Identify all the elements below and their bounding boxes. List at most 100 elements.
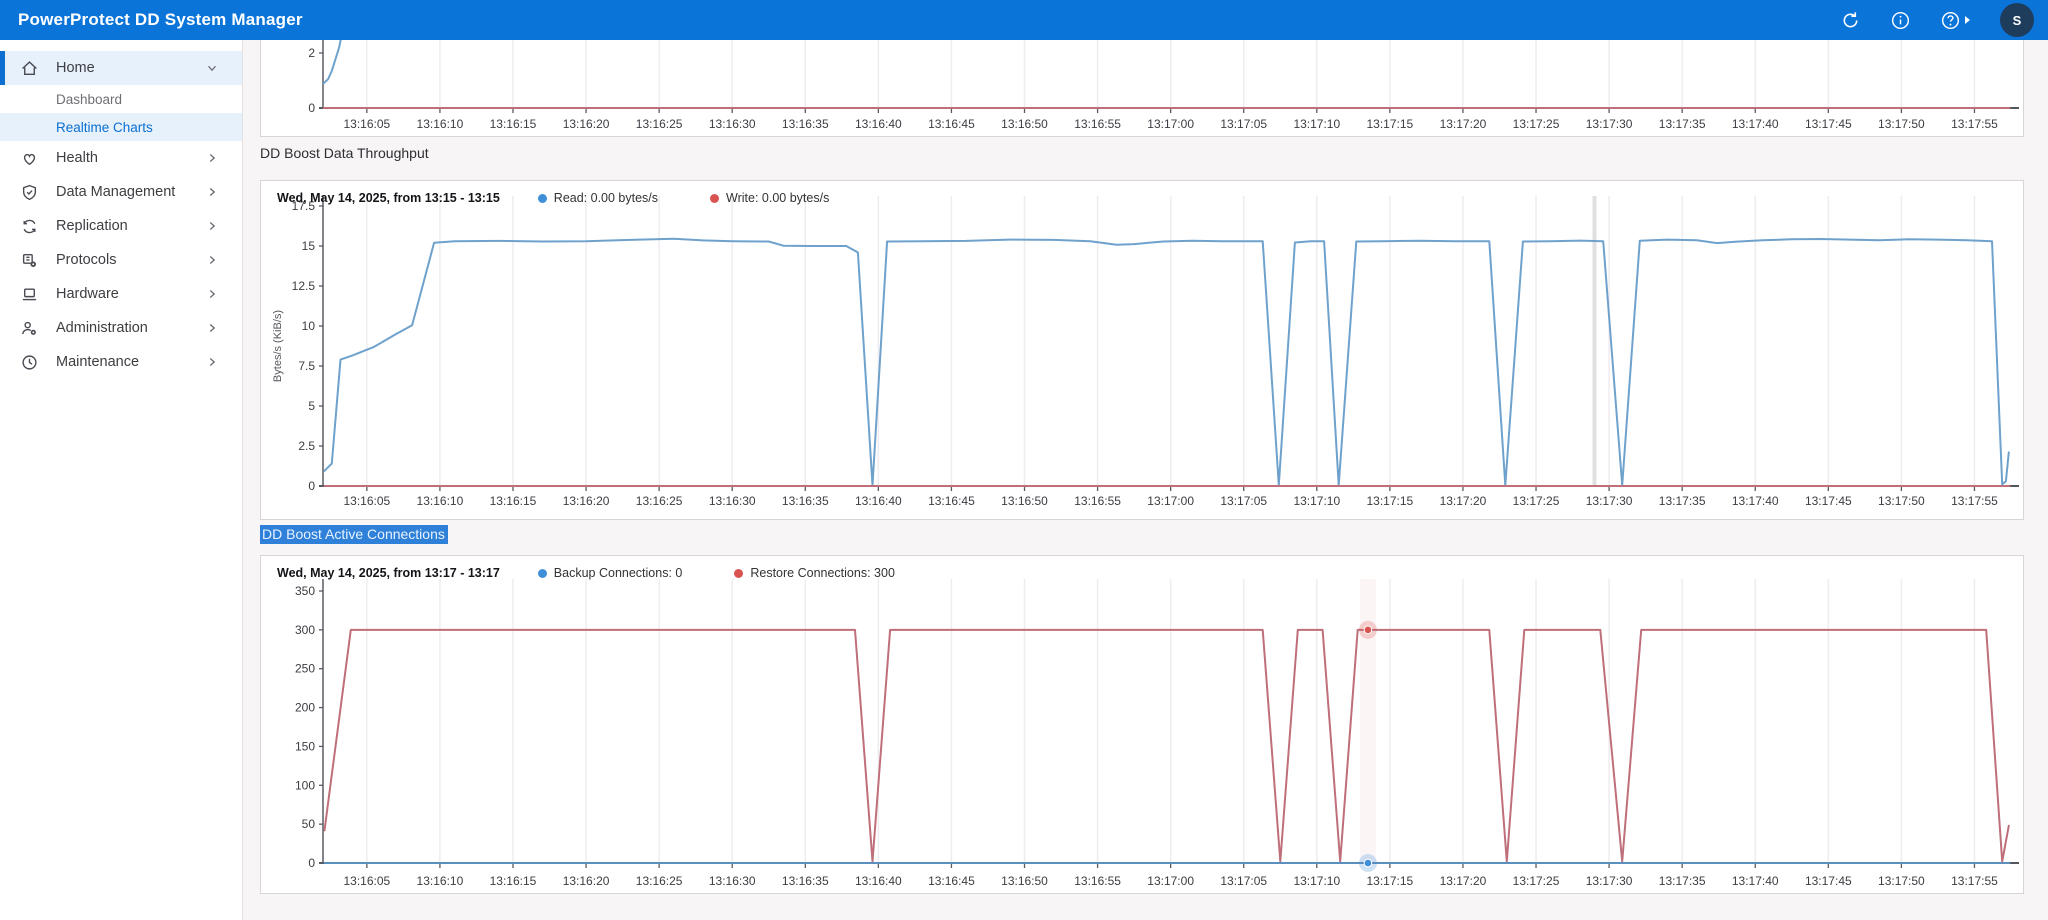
top-chart-canvas[interactable]: 13:16:0513:16:1013:16:1513:16:2013:16:25… xyxy=(261,40,2025,137)
svg-text:13:17:45: 13:17:45 xyxy=(1805,874,1852,888)
shield-icon xyxy=(21,184,38,201)
chevron-right-icon xyxy=(204,354,220,370)
svg-text:13:16:30: 13:16:30 xyxy=(709,494,756,508)
sidebar-item-label: Administration xyxy=(56,320,204,336)
connections-time-range: Wed, May 14, 2025, from 13:17 - 13:17 xyxy=(277,566,500,580)
throughput-chart-canvas[interactable]: 13:16:0513:16:1013:16:1513:16:2013:16:25… xyxy=(261,181,2025,521)
svg-text:13:16:10: 13:16:10 xyxy=(417,494,464,508)
sidebar-item-hardware[interactable]: Hardware xyxy=(0,277,242,311)
sidebar-item-label: Data Management xyxy=(56,184,204,200)
svg-text:13:17:10: 13:17:10 xyxy=(1293,494,1340,508)
legend-dot xyxy=(710,194,719,203)
svg-text:13:17:20: 13:17:20 xyxy=(1440,117,1487,131)
sidebar-item-label: Home xyxy=(56,60,204,76)
legend-item-read[interactable]: Read: 0.00 bytes/s xyxy=(538,191,658,205)
sidebar: Home Dashboard Realtime Charts Health Data M… xyxy=(0,40,243,920)
svg-text:13:17:35: 13:17:35 xyxy=(1659,874,1706,888)
svg-text:13:17:05: 13:17:05 xyxy=(1220,874,1267,888)
svg-text:0: 0 xyxy=(308,479,315,493)
svg-text:13:17:15: 13:17:15 xyxy=(1367,494,1414,508)
svg-text:13:17:05: 13:17:05 xyxy=(1220,117,1267,131)
svg-text:0: 0 xyxy=(308,856,315,870)
svg-text:13:17:55: 13:17:55 xyxy=(1951,494,1998,508)
svg-text:13:16:50: 13:16:50 xyxy=(1001,117,1048,131)
sidebar-item-dashboard[interactable]: Dashboard xyxy=(0,85,242,113)
app-header: PowerProtect DD System Manager xyxy=(0,0,2048,40)
svg-text:13:17:10: 13:17:10 xyxy=(1293,874,1340,888)
svg-text:250: 250 xyxy=(295,662,315,676)
svg-text:13:17:55: 13:17:55 xyxy=(1951,874,1998,888)
connections-chart-canvas[interactable]: 13:16:0513:16:1013:16:1513:16:2013:16:25… xyxy=(261,556,2025,895)
sidebar-item-home[interactable]: Home xyxy=(0,51,242,85)
svg-text:13:17:30: 13:17:30 xyxy=(1586,117,1633,131)
svg-text:13:17:25: 13:17:25 xyxy=(1513,117,1560,131)
svg-text:10: 10 xyxy=(302,319,316,333)
chart-panel-top: 13:16:0513:16:1013:16:1513:16:2013:16:25… xyxy=(260,40,2024,137)
legend-dot xyxy=(734,569,743,578)
sidebar-item-maintenance[interactable]: Maintenance xyxy=(0,345,242,379)
sidebar-item-protocols[interactable]: Protocols xyxy=(0,243,242,277)
chevron-right-icon xyxy=(204,286,220,302)
help-caret-icon xyxy=(1965,16,1970,24)
connections-chart-header: Wed, May 14, 2025, from 13:17 - 13:17 Ba… xyxy=(277,566,947,580)
svg-text:13:16:25: 13:16:25 xyxy=(636,117,683,131)
sidebar-item-label: Replication xyxy=(56,218,204,234)
home-icon xyxy=(21,60,38,77)
svg-text:2.5: 2.5 xyxy=(298,439,315,453)
chevron-right-icon xyxy=(204,218,220,234)
legend-item-backup-connections[interactable]: Backup Connections: 0 xyxy=(538,566,683,580)
legend-label: Read: 0.00 bytes/s xyxy=(554,191,658,205)
help-menu[interactable] xyxy=(1938,8,1970,32)
throughput-legend: Read: 0.00 bytes/s Write: 0.00 bytes/s xyxy=(538,191,882,205)
svg-text:13:16:55: 13:16:55 xyxy=(1074,494,1121,508)
svg-text:13:16:35: 13:16:35 xyxy=(782,874,829,888)
sidebar-subitem-label: Realtime Charts xyxy=(56,120,153,135)
svg-text:13:17:40: 13:17:40 xyxy=(1732,494,1779,508)
heart-icon xyxy=(21,150,38,167)
svg-text:13:16:20: 13:16:20 xyxy=(563,494,610,508)
refresh-icon[interactable] xyxy=(1838,8,1862,32)
chevron-right-icon xyxy=(204,150,220,166)
svg-text:13:16:15: 13:16:15 xyxy=(490,494,537,508)
sidebar-item-label: Maintenance xyxy=(56,354,204,370)
sidebar-item-health[interactable]: Health xyxy=(0,141,242,175)
svg-text:5: 5 xyxy=(308,399,315,413)
svg-text:13:17:55: 13:17:55 xyxy=(1951,117,1998,131)
svg-text:13:17:50: 13:17:50 xyxy=(1878,494,1925,508)
svg-text:7.5: 7.5 xyxy=(298,359,315,373)
legend-item-restore-connections[interactable]: Restore Connections: 300 xyxy=(734,566,895,580)
sidebar-item-replication[interactable]: Replication xyxy=(0,209,242,243)
svg-text:13:16:05: 13:16:05 xyxy=(343,117,390,131)
svg-text:13:17:00: 13:17:00 xyxy=(1147,117,1194,131)
svg-text:0: 0 xyxy=(308,101,315,115)
svg-text:13:16:40: 13:16:40 xyxy=(855,494,902,508)
hardware-icon xyxy=(21,286,38,303)
legend-item-write[interactable]: Write: 0.00 bytes/s xyxy=(710,191,829,205)
svg-text:13:16:05: 13:16:05 xyxy=(343,494,390,508)
chart-panel-throughput: Wed, May 14, 2025, from 13:15 - 13:15 Re… xyxy=(260,180,2024,520)
svg-text:13:16:50: 13:16:50 xyxy=(1001,874,1048,888)
svg-text:13:16:10: 13:16:10 xyxy=(417,874,464,888)
user-avatar[interactable]: S xyxy=(2000,3,2034,37)
sidebar-item-label: Hardware xyxy=(56,286,204,302)
avatar-initial: S xyxy=(2013,13,2022,28)
svg-text:13:17:15: 13:17:15 xyxy=(1367,874,1414,888)
svg-text:13:16:10: 13:16:10 xyxy=(417,117,464,131)
legend-label: Restore Connections: 300 xyxy=(750,566,895,580)
svg-text:13:16:40: 13:16:40 xyxy=(855,874,902,888)
info-icon[interactable] xyxy=(1888,8,1912,32)
svg-text:13:17:25: 13:17:25 xyxy=(1513,874,1560,888)
help-icon[interactable] xyxy=(1938,8,1962,32)
svg-text:13:17:10: 13:17:10 xyxy=(1293,117,1340,131)
sidebar-item-data-management[interactable]: Data Management xyxy=(0,175,242,209)
svg-text:13:17:50: 13:17:50 xyxy=(1878,874,1925,888)
sidebar-nav: Home Dashboard Realtime Charts Health Data M… xyxy=(0,51,242,379)
svg-text:13:16:15: 13:16:15 xyxy=(490,874,537,888)
protocols-icon xyxy=(21,252,38,269)
sidebar-item-realtime-charts[interactable]: Realtime Charts xyxy=(0,113,242,141)
chevron-right-icon xyxy=(204,184,220,200)
sync-icon xyxy=(21,218,38,235)
chart-title-throughput: DD Boost Data Throughput xyxy=(260,145,429,161)
sidebar-item-administration[interactable]: Administration xyxy=(0,311,242,345)
chart-title-connections: DD Boost Active Connections xyxy=(260,526,448,542)
